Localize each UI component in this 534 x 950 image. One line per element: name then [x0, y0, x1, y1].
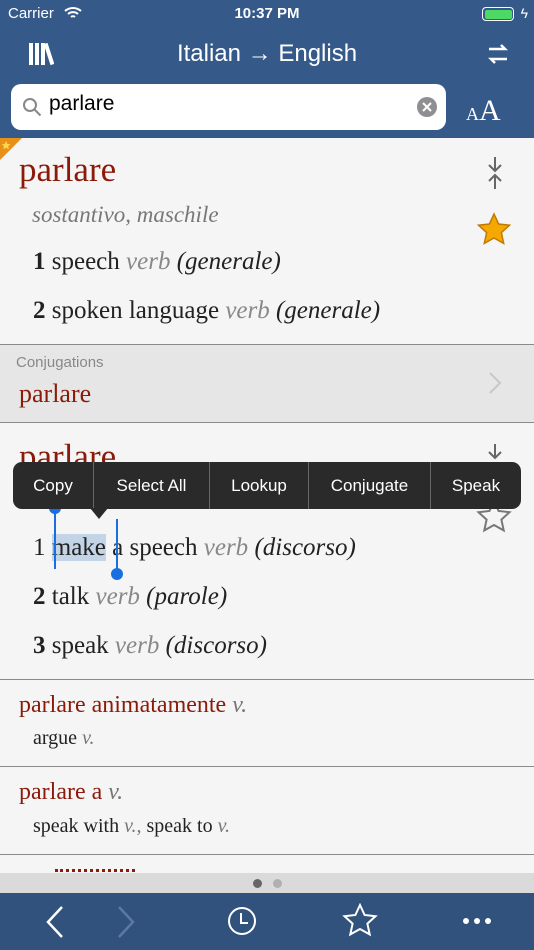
part-of-speech: sostantivo, maschile: [32, 202, 219, 227]
page-dot: [273, 879, 282, 888]
history-icon[interactable]: [226, 905, 258, 937]
back-icon[interactable]: [44, 905, 66, 939]
sense[interactable]: 1 speech verb (generale): [33, 248, 281, 276]
menu-lookup[interactable]: Lookup: [210, 462, 309, 509]
menu-select-all[interactable]: Select All: [94, 462, 210, 509]
page-dot-active: [253, 879, 262, 888]
menu-pointer: [90, 508, 108, 519]
clear-icon[interactable]: [417, 97, 437, 117]
entry-card: parlare sostantivo, maschile 1 speech ve…: [0, 138, 534, 345]
toolbar: [0, 893, 534, 950]
conjugations-word: parlare: [19, 379, 92, 408]
menu-conjugate[interactable]: Conjugate: [309, 462, 431, 509]
more-icon[interactable]: [462, 917, 492, 925]
battery-icon: [482, 7, 514, 21]
context-menu: Copy Select All Lookup Conjugate Speak: [13, 462, 521, 509]
status-bar: Carrier 10:37 PM ϟ: [0, 5, 534, 25]
phrase-translation: speak with v., speak to v.: [33, 815, 230, 837]
sense[interactable]: 2 talk verb (parole): [33, 583, 227, 611]
page-indicator[interactable]: [0, 873, 534, 893]
search-field[interactable]: [11, 84, 446, 130]
selection-handle-end[interactable]: [111, 519, 123, 580]
search-icon: [23, 98, 42, 117]
forward-icon[interactable]: [115, 905, 137, 939]
menu-speak[interactable]: Speak: [431, 462, 521, 509]
chevron-right-icon: [489, 372, 502, 394]
sense[interactable]: 2 spoken language verb (generale): [33, 297, 380, 325]
font-size-button[interactable]: AA: [466, 94, 501, 128]
favorites-icon[interactable]: [342, 903, 378, 937]
sense[interactable]: 1 make a speech verb (discorso): [33, 534, 356, 562]
swap-languages-icon[interactable]: [486, 43, 510, 65]
phrase-headword: parlare animatamente v.: [19, 692, 248, 718]
sense[interactable]: 3 speak verb (discorso): [33, 632, 267, 660]
text-selection[interactable]: make: [51, 534, 106, 561]
conjugations-label: Conjugations: [16, 354, 104, 371]
selection-handle-start[interactable]: [49, 502, 61, 569]
clock: 10:37 PM: [234, 5, 300, 22]
conjugations-row[interactable]: Conjugations parlare: [0, 345, 534, 423]
page-title: Italian → English: [176, 40, 358, 67]
phrase-entry[interactable]: parlare animatamente v. argue v.: [0, 680, 534, 767]
phrase-translation: argue v.: [33, 727, 95, 749]
collapse-icon[interactable]: [485, 156, 505, 190]
header: Carrier 10:37 PM ϟ Italian → English AA: [0, 0, 534, 138]
charging-icon: ϟ: [520, 5, 528, 21]
phrase-entry[interactable]: parlare a v. speak with v., speak to v.: [0, 767, 534, 855]
search-input[interactable]: [49, 92, 409, 116]
phrase-headword: parlare a v.: [19, 779, 124, 805]
menu-copy[interactable]: Copy: [13, 462, 94, 509]
star-filled-icon[interactable]: [476, 212, 512, 246]
headword[interactable]: parlare: [19, 150, 116, 190]
